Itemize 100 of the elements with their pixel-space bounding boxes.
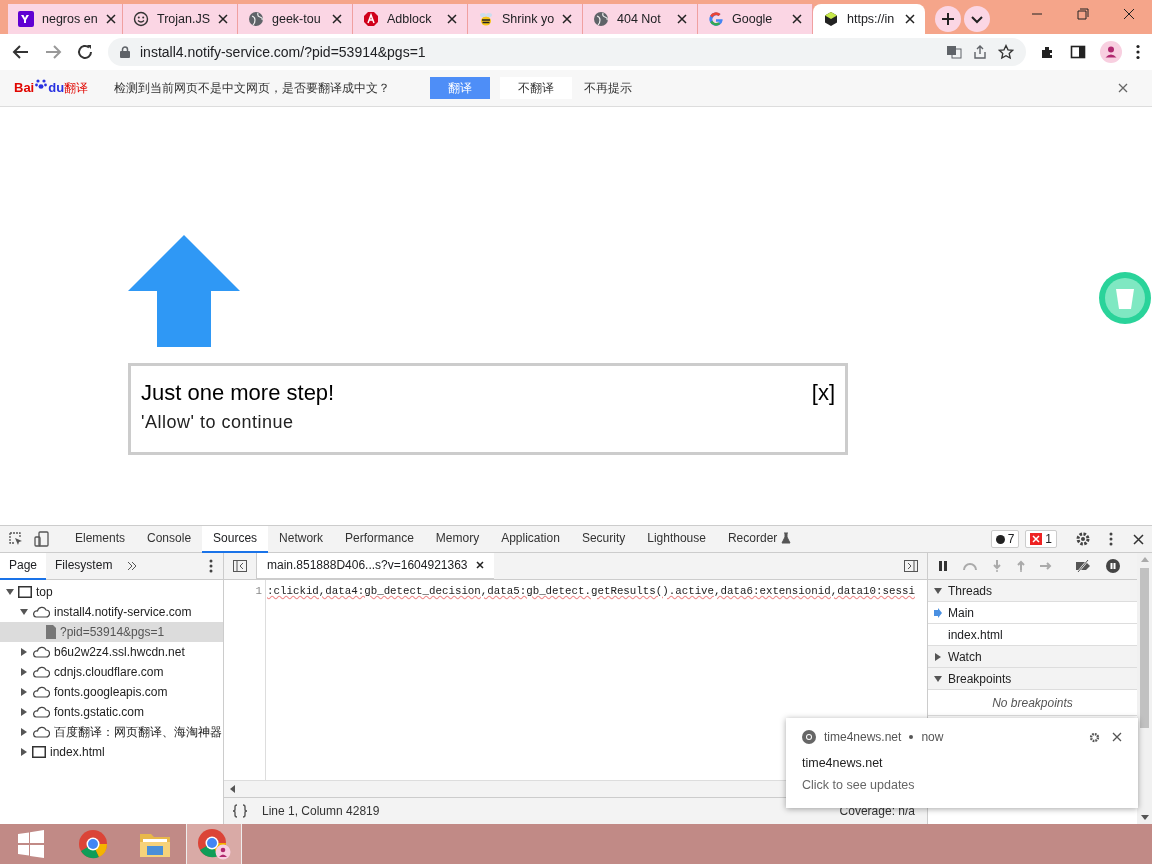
file-tree-item[interactable]: install4.notify-service.com xyxy=(0,602,223,622)
devtools-tab[interactable]: Application xyxy=(490,525,571,553)
caret-right-icon[interactable] xyxy=(20,668,28,676)
taskbar-button[interactable] xyxy=(186,824,242,864)
thread-item[interactable]: Main xyxy=(928,602,1137,624)
caret-right-icon[interactable] xyxy=(20,708,28,716)
file-icon xyxy=(46,625,56,639)
file-tree-item[interactable]: fonts.googleapis.com xyxy=(0,682,223,702)
sidebar-section-header[interactable]: Watch xyxy=(928,646,1137,668)
curly-braces-drawing xyxy=(232,804,248,818)
notification-source: time4news.net xyxy=(824,729,902,746)
close-icon[interactable] xyxy=(105,14,116,24)
bee-icon xyxy=(478,11,494,27)
caret-right-icon[interactable] xyxy=(20,728,28,736)
close-link[interactable]: [x] xyxy=(811,376,835,409)
scroll-down-icon[interactable] xyxy=(1140,815,1149,820)
sidebar-section-header[interactable]: Breakpoints xyxy=(928,668,1137,690)
star-icon[interactable] xyxy=(998,44,1014,60)
reload-icon[interactable] xyxy=(76,43,94,61)
close-icon[interactable] xyxy=(792,14,802,24)
browser-tab[interactable]: https://in xyxy=(813,4,925,34)
close-icon[interactable] xyxy=(475,561,484,569)
browser-tab[interactable]: Shrink yo xyxy=(468,4,583,34)
browser-tab[interactable]: Adblock xyxy=(353,4,468,34)
file-tree-item[interactable]: top xyxy=(0,582,223,602)
close-icon[interactable] xyxy=(218,14,229,24)
file-tree-item[interactable]: ?pid=53914&pgs=1 xyxy=(0,622,223,642)
chevron-double-right-icon[interactable] xyxy=(127,561,138,571)
address-bar[interactable]: install4.notify-service.com/?pid=53914&pgs=1 xyxy=(108,38,1026,66)
close-icon[interactable] xyxy=(1133,533,1144,545)
line-number: 1 xyxy=(255,584,262,598)
caret-down-icon xyxy=(934,674,942,683)
close-icon[interactable] xyxy=(1112,732,1122,742)
translate-icon[interactable] xyxy=(946,44,962,60)
devtools-tab[interactable]: Lighthouse xyxy=(636,525,717,553)
cloud-icon xyxy=(32,666,50,678)
inspect-element-icon[interactable] xyxy=(8,531,24,547)
new-tab-icon[interactable] xyxy=(935,6,961,32)
devtools-tab[interactable]: Security xyxy=(570,525,637,553)
dismiss-link[interactable]: 不再提示 xyxy=(584,77,632,99)
globe-icon xyxy=(593,11,609,27)
file-tree-item[interactable]: b6u2w2z4.ssl.hwcdn.net xyxy=(0,642,223,662)
file-tree-item[interactable]: cdnjs.cloudflare.com xyxy=(0,662,223,682)
side-panel-icon[interactable] xyxy=(1070,44,1086,60)
settings-icon[interactable] xyxy=(1075,531,1091,547)
close-icon[interactable] xyxy=(332,14,342,24)
browser-tab[interactable]: Trojan.JS xyxy=(123,4,238,34)
devtools-tab[interactable]: Performance xyxy=(334,525,425,553)
pause-icon[interactable] xyxy=(938,561,948,571)
lock-icon[interactable] xyxy=(120,46,130,58)
forward-arrow-icon[interactable] xyxy=(44,43,62,61)
more-menu-icon[interactable] xyxy=(1136,44,1140,60)
toggle-debugger-icon[interactable] xyxy=(904,560,918,572)
devtools-tab[interactable]: Console xyxy=(136,525,203,553)
file-tree-item[interactable]: fonts.gstatic.com xyxy=(0,702,223,722)
devtools-tab[interactable]: Sources xyxy=(202,525,269,553)
more-menu-icon[interactable] xyxy=(1109,532,1113,546)
back-arrow-icon[interactable] xyxy=(12,43,30,61)
editor-tab[interactable]: main.851888D406...s?v=1604921363 xyxy=(256,552,494,580)
settings-icon[interactable] xyxy=(1089,731,1100,743)
devtools-tab[interactable]: Network xyxy=(268,525,335,553)
pause-exceptions-icon[interactable] xyxy=(1106,559,1120,573)
navigator-tab[interactable]: Page xyxy=(0,552,47,580)
profile-avatar-icon[interactable] xyxy=(1100,41,1122,63)
tab-search-icon[interactable] xyxy=(964,6,990,32)
more-menu-icon[interactable] xyxy=(209,559,213,573)
toggle-navigator-icon[interactable] xyxy=(233,560,247,572)
translate-bar-button[interactable]: 不翻译 xyxy=(500,77,572,99)
caret-down-icon[interactable] xyxy=(20,608,28,616)
close-icon[interactable] xyxy=(447,14,457,24)
devtools-tab[interactable]: Memory xyxy=(424,525,491,553)
caret-down-icon[interactable] xyxy=(6,588,14,596)
scroll-left-icon[interactable] xyxy=(230,785,235,793)
share-icon[interactable] xyxy=(972,44,988,60)
window-icon xyxy=(32,746,46,758)
scrollbar-thumb[interactable] xyxy=(1140,568,1149,728)
caret-right-icon[interactable] xyxy=(20,748,28,756)
file-tree-item[interactable]: index.html xyxy=(0,742,223,762)
navigator-tab[interactable]: Filesystem xyxy=(46,552,122,580)
caret-right-icon[interactable] xyxy=(20,648,28,656)
message-count-badge[interactable]: 7 xyxy=(990,530,1020,548)
close-icon[interactable] xyxy=(905,14,915,24)
sidebar-section-header[interactable]: Threads xyxy=(928,580,1137,602)
notification-card[interactable]: time4news.net now time4news.net Click to see updates xyxy=(786,718,1138,808)
close-icon[interactable] xyxy=(1123,8,1135,20)
browser-tab[interactable]: 404 Not xyxy=(583,4,698,34)
file-tree-item[interactable]: 百度翻译：网页翻译、海淘神器 xyxy=(0,722,223,742)
device-toolbar-icon[interactable] xyxy=(34,531,50,547)
restore-icon[interactable] xyxy=(1077,8,1089,20)
close-icon[interactable] xyxy=(562,14,573,24)
chrome-profile-icon xyxy=(197,828,231,860)
devtools-tab[interactable]: Elements xyxy=(64,525,137,553)
devtools-tab[interactable]: Recorder xyxy=(716,525,803,553)
close-icon[interactable] xyxy=(677,14,687,24)
browser-tab[interactable]: negros en xyxy=(8,4,123,34)
deactivate-breakpoints-icon[interactable] xyxy=(1074,559,1092,573)
browser-tab[interactable]: Google xyxy=(698,4,813,34)
caret-right-icon[interactable] xyxy=(20,688,28,696)
error-count-badge[interactable]: 1 xyxy=(1025,530,1057,548)
browser-tab[interactable]: geek-tou xyxy=(238,4,353,34)
